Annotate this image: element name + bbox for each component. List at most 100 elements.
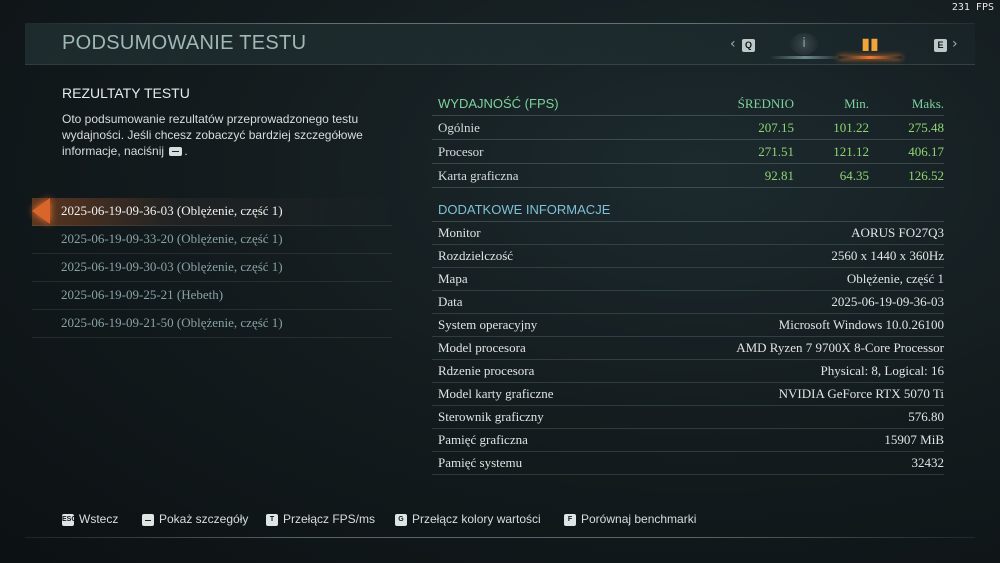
- performance-table: WYDAJNOŚĆ (FPS) ŚREDNIO Min. Maks. Ogóln…: [432, 92, 944, 188]
- info-row: Pamięć graficzna 15907 MiB: [432, 429, 944, 452]
- info-row: Data 2025-06-19-09-36-03: [432, 291, 944, 314]
- info-key: Model procesora: [438, 340, 526, 355]
- info-value: Oblężenie, część 1: [846, 271, 944, 286]
- avg-header: ŚREDNIO: [737, 96, 794, 111]
- next-tab-key[interactable]: E: [934, 39, 947, 52]
- max-value: 126.52: [908, 168, 944, 183]
- info-value: 2560 x 1440 x 360Hz: [831, 248, 944, 263]
- toggle-fps-ms-button[interactable]: T Przełącz FPS/ms: [266, 512, 375, 526]
- compare-benchmarks-label: Porównaj benchmarki: [581, 512, 697, 526]
- result-item[interactable]: 2025-06-19-09-30-03 (Oblężenie, część 1): [32, 254, 392, 282]
- toggle-value-colors-label: Przełącz kolory wartości: [412, 512, 541, 526]
- performance-row: Procesor 271.51 121.12 406.17: [432, 140, 944, 164]
- performance-header: WYDAJNOŚĆ (FPS) ŚREDNIO Min. Maks.: [432, 92, 944, 116]
- info-key: Monitor: [438, 225, 481, 240]
- show-details-button[interactable]: Pokaż szczegóły: [142, 512, 248, 526]
- result-label: 2025-06-19-09-36-03 (Oblężenie, część 1): [61, 203, 283, 218]
- max-header: Maks.: [911, 96, 944, 111]
- avg-value: 271.51: [758, 144, 794, 159]
- max-value: 275.48: [908, 120, 944, 135]
- performance-title: WYDAJNOŚĆ (FPS): [438, 96, 559, 111]
- results-description: Oto podsumowanie rezultatów przeprowadzo…: [62, 111, 372, 159]
- min-header: Min.: [844, 96, 869, 111]
- results-list: 2025-06-19-09-36-03 (Oblężenie, część 1)…: [32, 198, 392, 338]
- result-item[interactable]: 2025-06-19-09-33-20 (Oblężenie, część 1): [32, 226, 392, 254]
- show-details-label: Pokaż szczegóły: [159, 512, 249, 526]
- info-key: Data: [438, 294, 463, 309]
- info-key: Pamięć graficzna: [438, 432, 528, 447]
- info-key: Pamięć systemu: [438, 455, 523, 470]
- info-value: 2025-06-19-09-36-03: [831, 294, 944, 309]
- esc-key-icon: ESC: [62, 513, 76, 526]
- info-value: 32432: [911, 455, 945, 470]
- info-row: Mapa Oblężenie, część 1: [432, 268, 944, 291]
- result-item[interactable]: 2025-06-19-09-25-21 (Hebeth): [32, 282, 392, 310]
- info-key: System operacyjny: [438, 317, 538, 332]
- min-value: 121.12: [833, 144, 869, 159]
- info-key: Sterownik graficzny: [438, 409, 544, 424]
- info-key: Model karty graficzne: [438, 386, 554, 401]
- min-value: 64.35: [839, 168, 869, 183]
- details-key-icon: [142, 513, 154, 526]
- tab-underline: [770, 56, 840, 59]
- info-value: 576.80: [908, 409, 944, 424]
- info-key: Mapa: [438, 271, 468, 286]
- info-key: Rdzenie procesora: [438, 363, 535, 378]
- chevron-left-icon[interactable]: ‹: [730, 36, 736, 52]
- info-row: Model karty graficzne NVIDIA GeForce RTX …: [432, 383, 944, 406]
- row-label: Karta graficzna: [438, 168, 519, 183]
- bottom-divider: [25, 537, 975, 538]
- toggle-value-colors-button[interactable]: G Przełącz kolory wartości: [395, 512, 541, 526]
- info-icon[interactable]: i: [790, 33, 818, 55]
- row-label: Ogólnie: [438, 120, 480, 135]
- description-end: .: [184, 144, 188, 158]
- back-button[interactable]: ESC Wstecz: [62, 512, 118, 526]
- result-item[interactable]: 2025-06-19-09-21-50 (Oblężenie, część 1): [32, 310, 392, 338]
- result-label: 2025-06-19-09-25-21 (Hebeth): [61, 287, 224, 302]
- results-section-title: REZULTATY TESTU: [62, 85, 190, 101]
- avg-value: 92.81: [764, 168, 794, 183]
- performance-row: Karta graficzna 92.81 64.35 126.52: [432, 164, 944, 188]
- info-row: System operacyjny Microsoft Windows 10.0.…: [432, 314, 944, 337]
- info-row: Monitor AORUS FO27Q3: [432, 222, 944, 245]
- page-title: PODSUMOWANIE TESTU: [62, 32, 307, 54]
- additional-info-title: DODATKOWE INFORMACJE: [432, 199, 944, 222]
- fps-counter: 231 FPS: [951, 2, 994, 13]
- description-text: Oto podsumowanie rezultatów przeprowadzo…: [62, 112, 363, 158]
- info-row: Model procesora AMD Ryzen 7 9700X 8-Core …: [432, 337, 944, 360]
- prev-tab-key[interactable]: Q: [742, 39, 755, 52]
- avg-value: 207.15: [758, 120, 794, 135]
- min-value: 101.22: [833, 120, 869, 135]
- info-value: AMD Ryzen 7 9700X 8-Core Processor: [736, 340, 944, 355]
- toggle-fps-ms-label: Przełącz FPS/ms: [283, 512, 376, 526]
- result-label: 2025-06-19-09-30-03 (Oblężenie, część 1): [61, 259, 283, 274]
- result-item[interactable]: 2025-06-19-09-36-03 (Oblężenie, część 1): [32, 198, 392, 226]
- t-key-icon: T: [266, 513, 278, 526]
- header-tabs: ‹ Q i ▮▮ E ›: [730, 30, 970, 62]
- selection-marker-icon: [32, 198, 50, 224]
- active-tab-underline: [838, 56, 902, 59]
- compare-benchmarks-button[interactable]: F Porównaj benchmarki: [564, 512, 696, 526]
- max-value: 406.17: [908, 144, 944, 159]
- row-label: Procesor: [438, 144, 484, 159]
- book-icon[interactable]: ▮▮: [856, 33, 884, 55]
- header-divider: [25, 64, 975, 65]
- info-value: AORUS FO27Q3: [851, 225, 944, 240]
- info-row: Rozdzielczość 2560 x 1440 x 360Hz: [432, 245, 944, 268]
- info-value: Physical: 8, Logical: 16: [820, 363, 944, 378]
- info-value: NVIDIA GeForce RTX 5070 Ti: [778, 386, 944, 401]
- info-row: Pamięć systemu 32432: [432, 452, 944, 475]
- f-key-icon: F: [564, 513, 576, 526]
- info-row: Sterownik graficzny 576.80: [432, 406, 944, 429]
- info-key: Rozdzielczość: [438, 248, 514, 263]
- performance-row: Ogólnie 207.15 101.22 275.48: [432, 116, 944, 140]
- info-row: Rdzenie procesora Physical: 8, Logical: 1…: [432, 360, 944, 383]
- result-label: 2025-06-19-09-33-20 (Oblężenie, część 1): [61, 231, 283, 246]
- back-label: Wstecz: [79, 512, 119, 526]
- result-label: 2025-06-19-09-21-50 (Oblężenie, część 1): [61, 315, 283, 330]
- chevron-right-icon[interactable]: ›: [952, 36, 958, 52]
- g-key-icon: G: [395, 513, 407, 526]
- info-value: Microsoft Windows 10.0.26100: [778, 317, 944, 332]
- additional-info-table: DODATKOWE INFORMACJE Monitor AORUS FO27Q3…: [432, 199, 944, 475]
- details-key-icon: [169, 147, 183, 157]
